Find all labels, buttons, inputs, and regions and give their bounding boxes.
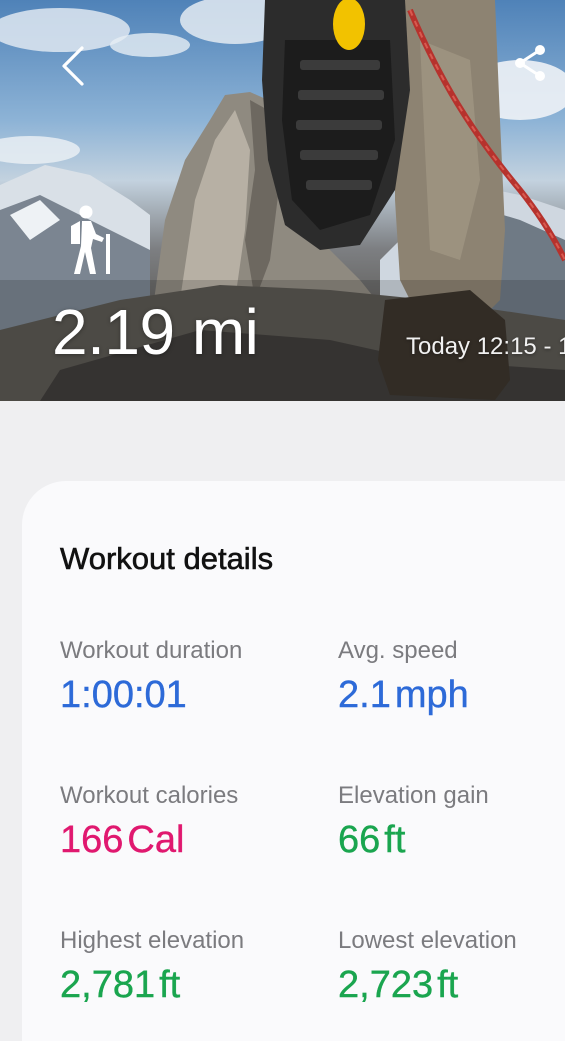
workout-distance: 2.19 mi [52, 296, 259, 368]
stat-value: 1:00:01 [60, 674, 187, 716]
stat-avg-speed: Avg. speed 2.1 mph [338, 636, 469, 717]
stat-label: Elevation gain [338, 782, 489, 809]
stat-value: 66 ft [338, 819, 406, 861]
stat-value: 2,723 ft [338, 964, 459, 1006]
stat-elevation-gain: Elevation gain 66 ft [338, 781, 489, 862]
stat-label: Workout calories [60, 782, 239, 809]
stat-workout-duration: Workout duration 1:00:01 [60, 636, 243, 717]
stat-lowest-elevation: Lowest elevation 2,723 ft [338, 926, 517, 1007]
workout-date-time: Today 12:15 - 1 [406, 333, 565, 360]
stat-value: 166 Cal [60, 819, 185, 861]
share-icon [515, 45, 545, 81]
stat-workout-calories: Workout calories 166 Cal [60, 781, 238, 862]
stat-label: Lowest elevation [338, 927, 517, 954]
stat-label: Highest elevation [60, 927, 245, 954]
hiking-icon [58, 204, 118, 276]
hero-image: 2.19 mi Today 12:15 - 1 [0, 0, 565, 401]
stat-value: 2.1 mph [338, 674, 469, 716]
stat-value: 2,781 ft [60, 964, 181, 1006]
chevron-left-icon [62, 46, 84, 86]
share-button[interactable] [510, 42, 554, 86]
back-button[interactable] [52, 38, 96, 94]
stat-label: Avg. speed [338, 637, 458, 664]
stat-highest-elevation: Highest elevation 2,781 ft [60, 926, 244, 1007]
workout-details-title: Workout details [60, 541, 274, 577]
workout-details-card: Workout details Workout duration 1:00:01… [22, 481, 565, 1041]
stat-label: Workout duration [60, 637, 243, 664]
